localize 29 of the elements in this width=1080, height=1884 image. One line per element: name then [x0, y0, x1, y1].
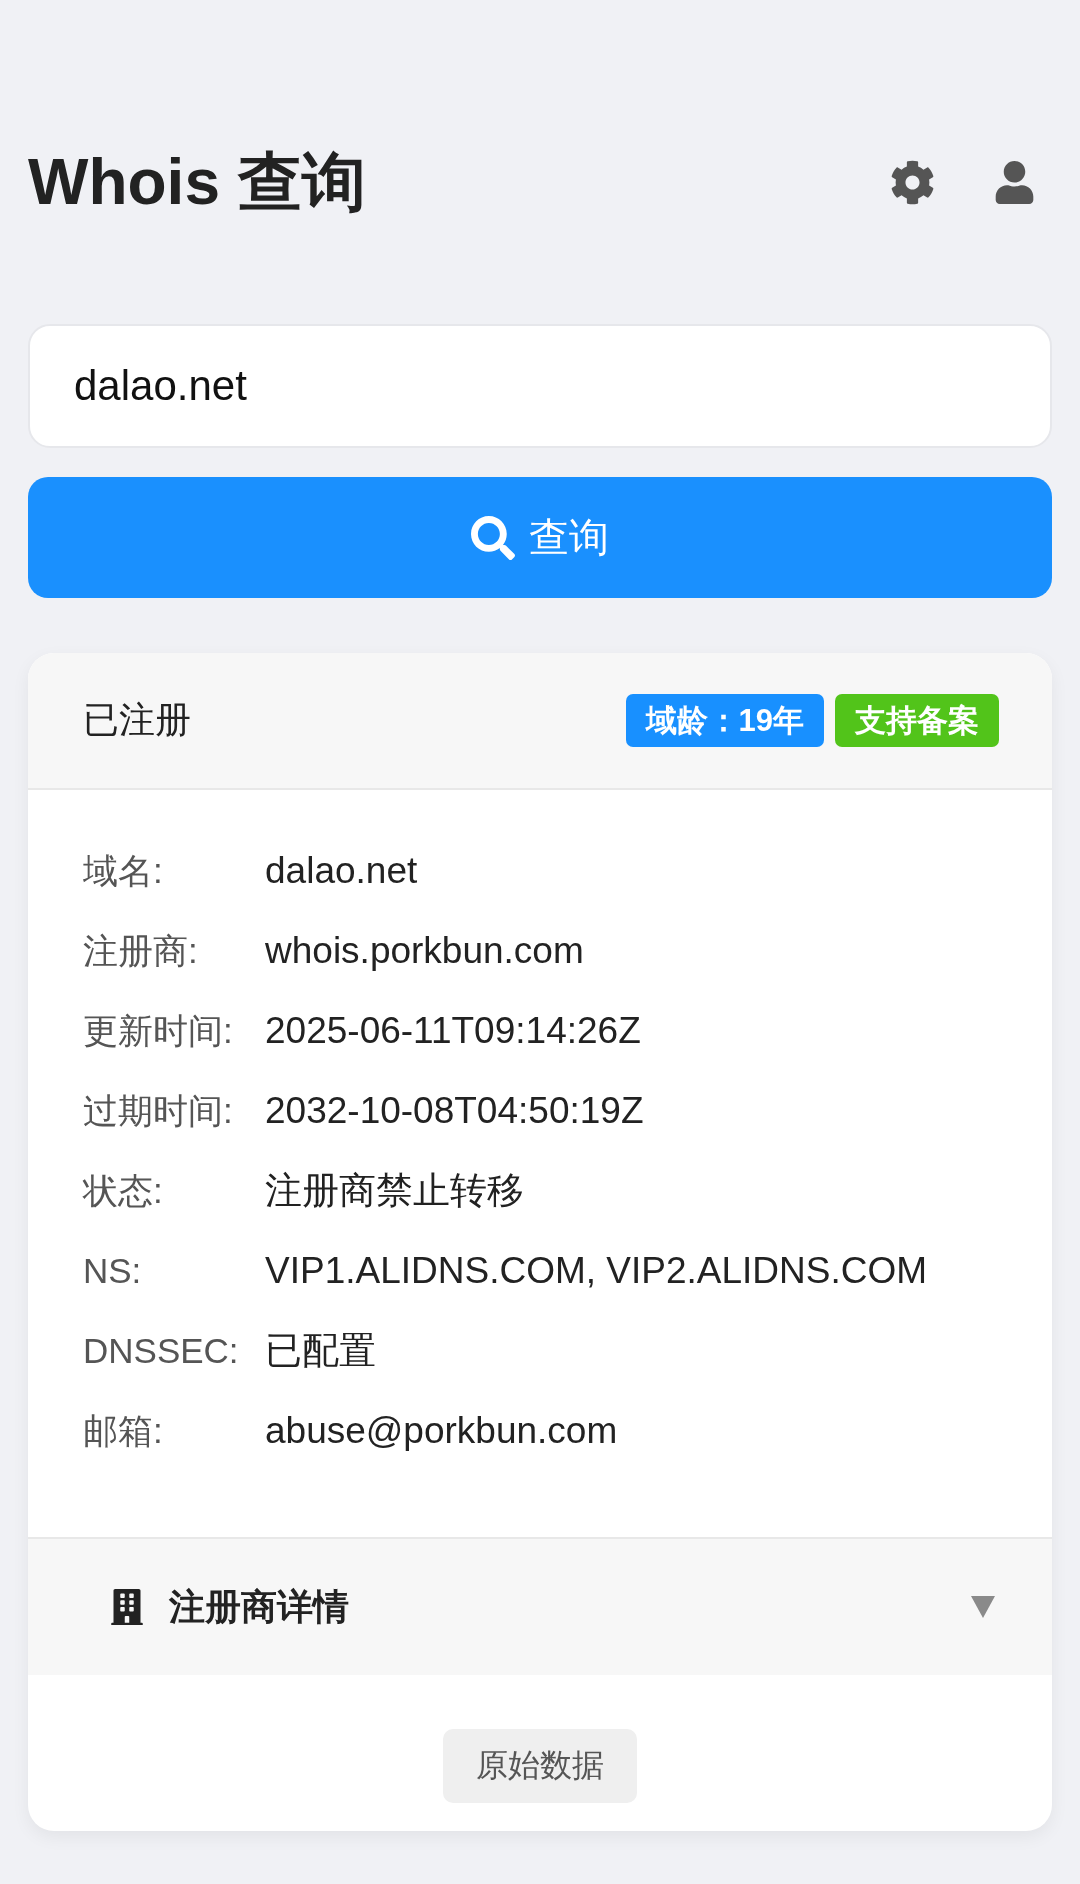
caret-icon	[971, 1596, 995, 1618]
field-label: 更新时间:	[83, 1009, 234, 1052]
info-badge: 域龄：19年	[625, 694, 824, 747]
field-value: whois.porkbun.com	[265, 930, 584, 972]
field-label: NS:	[83, 1251, 143, 1291]
field-label: 邮箱:	[83, 1409, 164, 1452]
field-value: dalao.net	[265, 850, 418, 892]
page-title: Whois 查询	[28, 144, 366, 220]
field-value: 2032-10-08T04:50:19Z	[265, 1090, 644, 1132]
domain-input-field[interactable]: dalao.net	[28, 324, 1052, 448]
field-label: 过期时间:	[83, 1089, 234, 1132]
accordion-title: 注册商详情	[169, 1584, 349, 1629]
info-badge: 支持备案	[835, 694, 999, 747]
field-value: VIP1.ALIDNS.COM, VIP2.ALIDNS.COM	[265, 1250, 928, 1292]
user-icon[interactable]	[993, 160, 1036, 204]
building-icon	[109, 1589, 145, 1625]
search-icon	[471, 515, 515, 560]
field-value: abuse@porkbun.com	[265, 1410, 618, 1452]
field-label: DNSSEC:	[83, 1331, 240, 1371]
settings-icon[interactable]	[890, 159, 935, 205]
field-value: 2025-06-11T09:14:26Z	[265, 1010, 641, 1052]
field-label: 状态:	[83, 1169, 164, 1212]
field-label: 域名:	[83, 849, 164, 892]
registrar-accordion-header[interactable]: 注册商详情	[28, 1537, 1052, 1675]
status-text: 已注册	[83, 698, 191, 742]
field-label: 注册商:	[83, 929, 199, 972]
raw-data-button[interactable]: 原始数据	[443, 1729, 637, 1803]
field-value: 注册商禁止转移	[265, 1169, 524, 1213]
field-value: 已配置	[265, 1329, 376, 1373]
